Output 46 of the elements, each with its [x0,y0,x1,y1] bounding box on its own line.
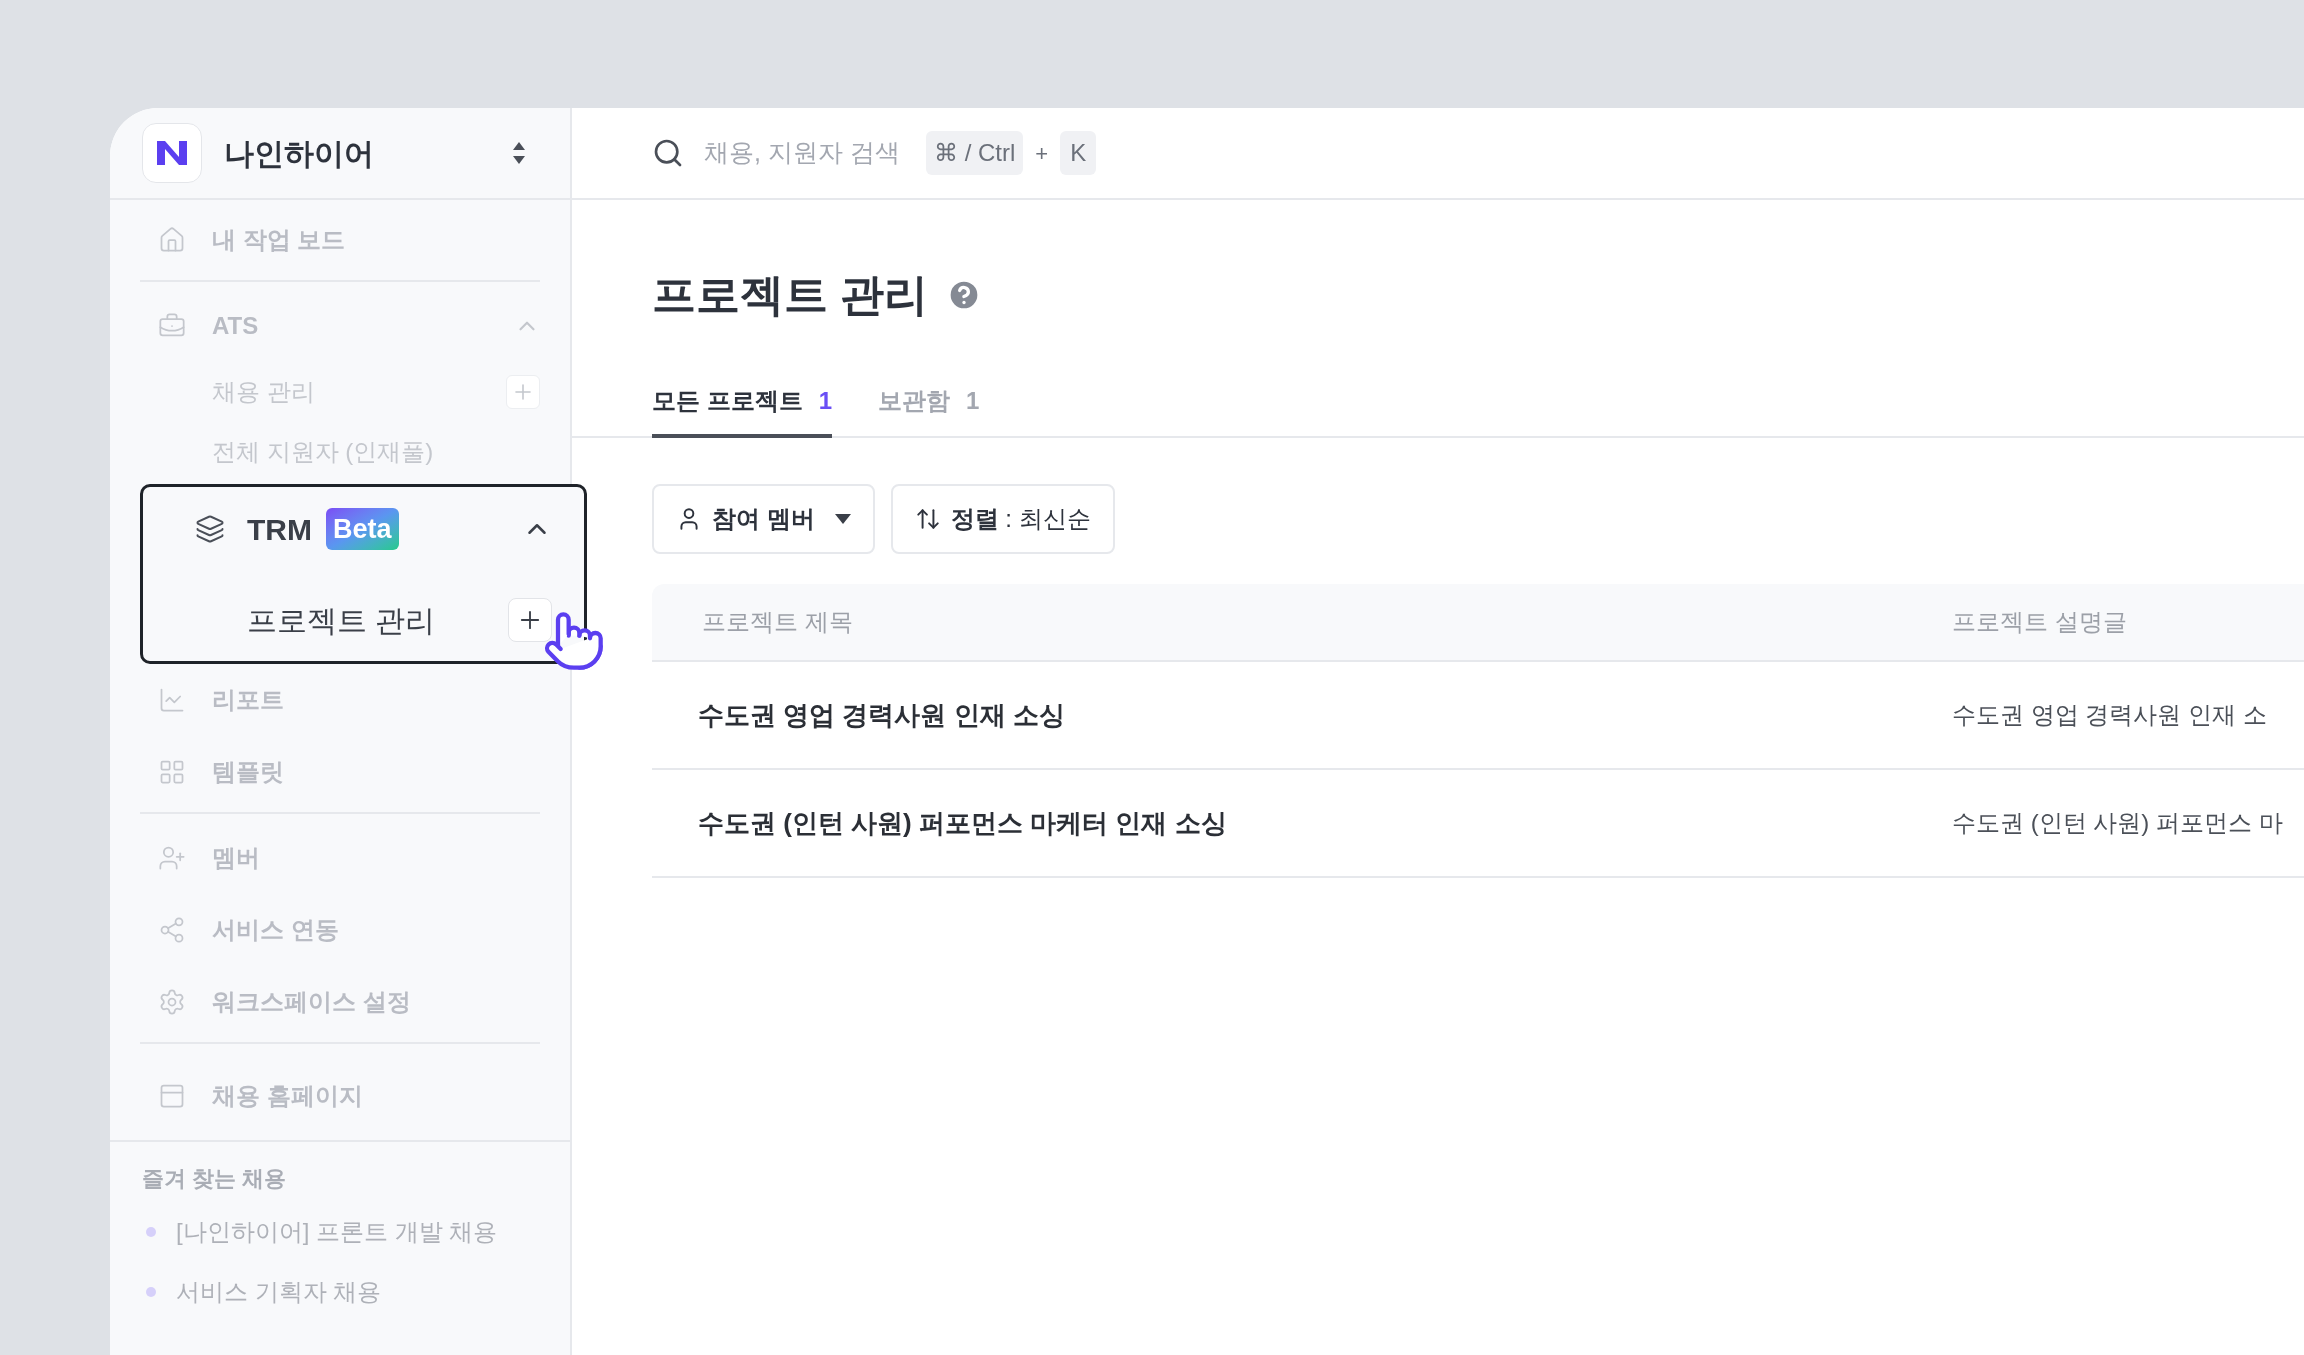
nav-label[interactable]: TRM [247,506,312,552]
table-cell-text: 수도권 영업 경력사원 인재 소싱 [697,698,1066,732]
tab-count: 1 [966,386,980,416]
favorite-item[interactable]: [나인하이어] 프론트 개발 채용 [176,1214,498,1250]
nav-label[interactable]: 리포트 [212,682,284,718]
user-plus-icon [158,844,186,872]
nav-label[interactable]: 내 작업 보드 [212,222,346,258]
nav-sub-label[interactable]: 프로젝트 관리 [247,597,508,643]
add-button[interactable] [508,598,552,642]
sort-button[interactable]: 정렬 : 최신순 [890,484,1115,554]
page-title: 프로젝트 관리 [652,269,929,321]
home-icon [158,226,186,254]
nav-label[interactable]: 채용 홈페이지 [212,1078,363,1114]
workspace-name: 나인하이어 [224,135,375,172]
switch-workspace-icon[interactable] [512,141,526,165]
layers-icon [195,514,225,544]
tab-count: 1 [818,386,833,416]
gear-icon [158,988,186,1016]
beta-badge: Beta [326,507,399,551]
nav-label[interactable]: 워크스페이스 설정 [212,984,411,1020]
table-cell-text: 수도권 영업 경력사원 인재 소 [1952,700,2267,730]
shortcut-key: K [1060,131,1097,175]
sort-icon [914,506,941,532]
nav-label[interactable]: 템플릿 [212,754,284,790]
line-chart-icon [158,686,186,714]
shortcut-joiner: + [1035,139,1049,168]
logo-icon [157,141,187,165]
member-filter-button[interactable]: 참여 멤버 [652,484,875,554]
nav-label[interactable]: 멤버 [212,840,260,876]
column-header: 프로젝트 제목 [701,607,854,637]
favorite-item[interactable]: 서비스 기획자 채용 [176,1274,382,1310]
caret-icon [834,514,851,524]
browser-window-icon [158,1082,186,1110]
shortcut-key: ⌘ / Ctrl [926,131,1024,175]
share-icon [158,916,186,944]
tab[interactable]: 모든 프로젝트 1 [652,368,833,438]
nav-label[interactable]: 서비스 연동 [212,912,339,948]
nav-label[interactable]: ATS [212,308,259,344]
search-icon [652,137,684,169]
table-cell-text: 수도권 (인턴 사원) 퍼포먼스 마 [1952,808,2283,838]
grid-icon [158,758,186,786]
table-cell-text: 수도권 (인턴 사원) 퍼포먼스 마케터 인재 소싱 [697,806,1228,840]
search-field[interactable]: 채용, 지원자 검색 [704,134,914,172]
column-header: 프로젝트 설명글 [1952,607,2127,637]
favorites-title: 즐겨 찾는 채용 [142,1165,288,1193]
tab[interactable]: 보관함 1 [878,368,980,438]
